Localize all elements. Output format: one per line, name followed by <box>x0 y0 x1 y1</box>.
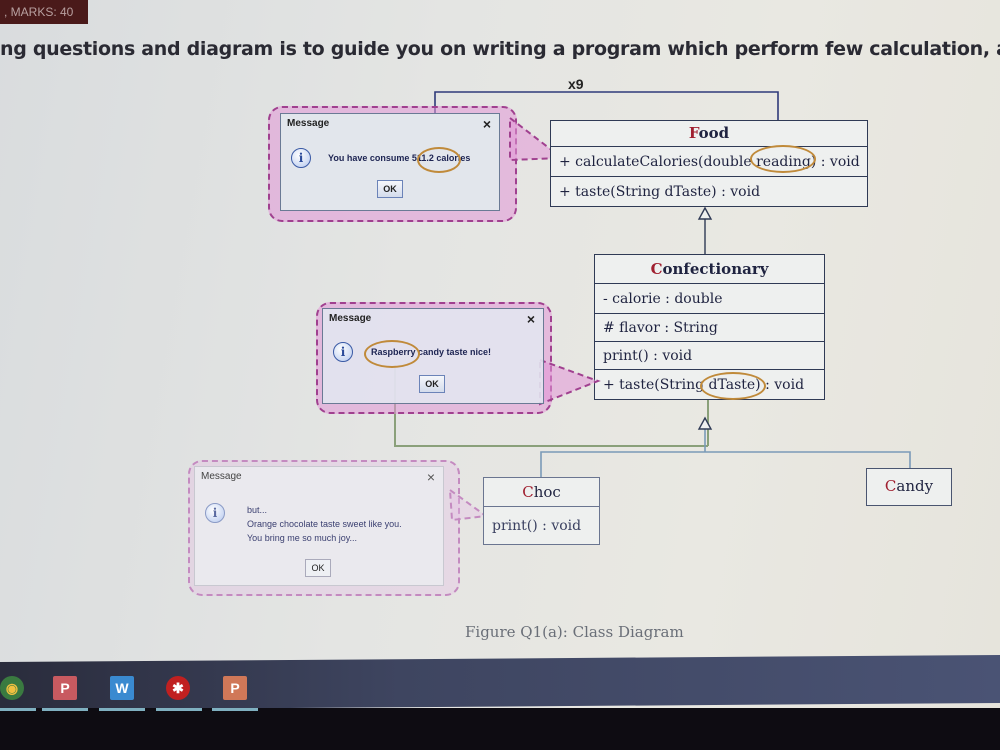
taskbar-indicator <box>212 708 258 711</box>
word-icon[interactable]: W <box>110 676 134 700</box>
taskbar-indicator <box>99 708 145 711</box>
app-red-icon[interactable]: ✱ <box>166 676 190 700</box>
figure-caption: Figure Q1(a): Class Diagram <box>465 623 684 641</box>
dialog-message-line-3: You bring me so much joy... <box>247 533 358 543</box>
chrome-icon[interactable]: ◉ <box>0 676 24 700</box>
taskbar-indicator <box>156 708 202 711</box>
class-name-choc: Choc <box>522 483 561 501</box>
powerpoint-icon[interactable]: P <box>223 676 247 700</box>
dialog-title: Message <box>201 471 242 482</box>
method-print: print() : void <box>484 506 599 544</box>
dialog-message-line-2: Orange chocolate taste sweet like you. <box>247 519 402 529</box>
taskbar-indicator <box>0 708 36 711</box>
screen-bezel <box>0 708 1000 750</box>
dialog-message-line-1: but... <box>247 505 268 515</box>
class-choc: Choc print() : void <box>483 477 600 545</box>
message-dialog-orange: Message × i but... Orange chocolate taste… <box>194 466 444 586</box>
info-icon: i <box>205 503 225 523</box>
class-name-candy: Candy <box>884 477 934 495</box>
close-icon[interactable]: × <box>427 467 435 487</box>
class-candy: Candy <box>866 468 952 506</box>
app-p-icon[interactable]: P <box>53 676 77 700</box>
taskbar-indicator <box>42 708 88 711</box>
taskbar <box>0 655 1000 710</box>
ok-button[interactable]: OK <box>305 559 331 577</box>
